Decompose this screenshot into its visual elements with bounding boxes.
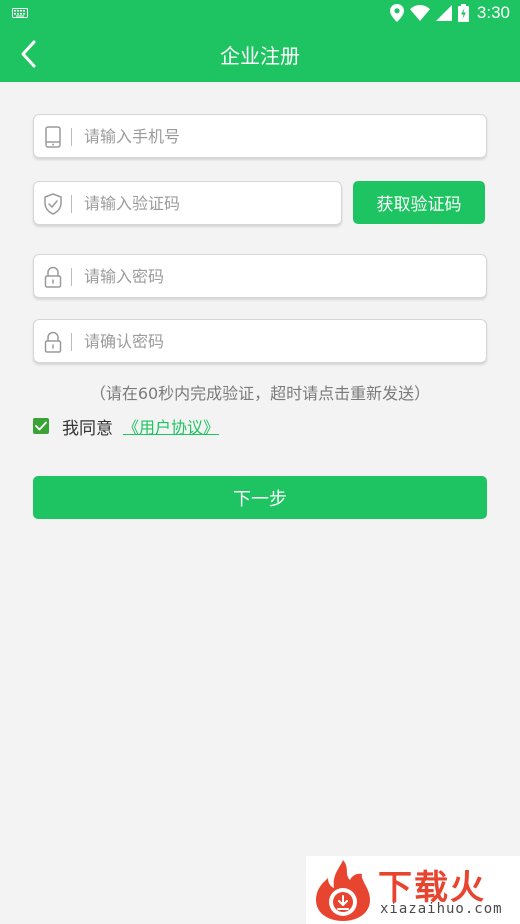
code-field <box>33 181 342 225</box>
agree-label: 我同意 <box>62 418 113 439</box>
password-field <box>33 254 487 298</box>
code-input[interactable] <box>84 182 331 224</box>
lock-icon <box>42 330 64 354</box>
nav-bar: 企业注册 <box>0 26 520 82</box>
signal-icon <box>435 5 452 21</box>
page-title: 企业注册 <box>220 44 300 68</box>
get-code-button[interactable]: 获取验证码 <box>353 181 485 224</box>
field-separator <box>71 128 72 146</box>
confirm-password-field <box>33 319 487 363</box>
lock-icon <box>42 265 64 289</box>
watermark: 下载火 xiazaihuo.com <box>306 856 520 924</box>
location-icon <box>389 4 404 22</box>
field-separator <box>71 268 72 286</box>
flame-logo-icon <box>316 860 370 921</box>
status-bar: 3:30 <box>0 0 520 26</box>
next-step-button[interactable]: 下一步 <box>33 476 487 519</box>
field-separator <box>71 195 72 213</box>
phone-icon <box>42 125 64 149</box>
phone-field <box>33 114 487 158</box>
battery-charging-icon <box>457 4 469 22</box>
check-icon <box>35 421 47 431</box>
status-time: 3:30 <box>476 3 510 22</box>
wifi-icon <box>409 5 430 21</box>
phone-input[interactable] <box>84 115 476 157</box>
agreement-row: 我同意 《用户协议》 <box>33 414 219 439</box>
agree-checkbox[interactable] <box>33 418 49 434</box>
confirm-password-input[interactable] <box>84 320 476 362</box>
field-separator <box>71 333 72 351</box>
status-icons: 3:30 <box>389 3 510 23</box>
user-agreement-link[interactable]: 《用户协议》 <box>123 414 219 438</box>
password-input[interactable] <box>84 255 476 297</box>
keyboard-icon <box>12 8 28 18</box>
app-header: 3:30 企业注册 <box>0 0 520 82</box>
verification-hint: （请在60秒内完成验证，超时请点击重新发送） <box>89 384 431 403</box>
watermark-url: xiazaihuo.com <box>380 901 503 917</box>
shield-check-icon <box>42 192 64 216</box>
